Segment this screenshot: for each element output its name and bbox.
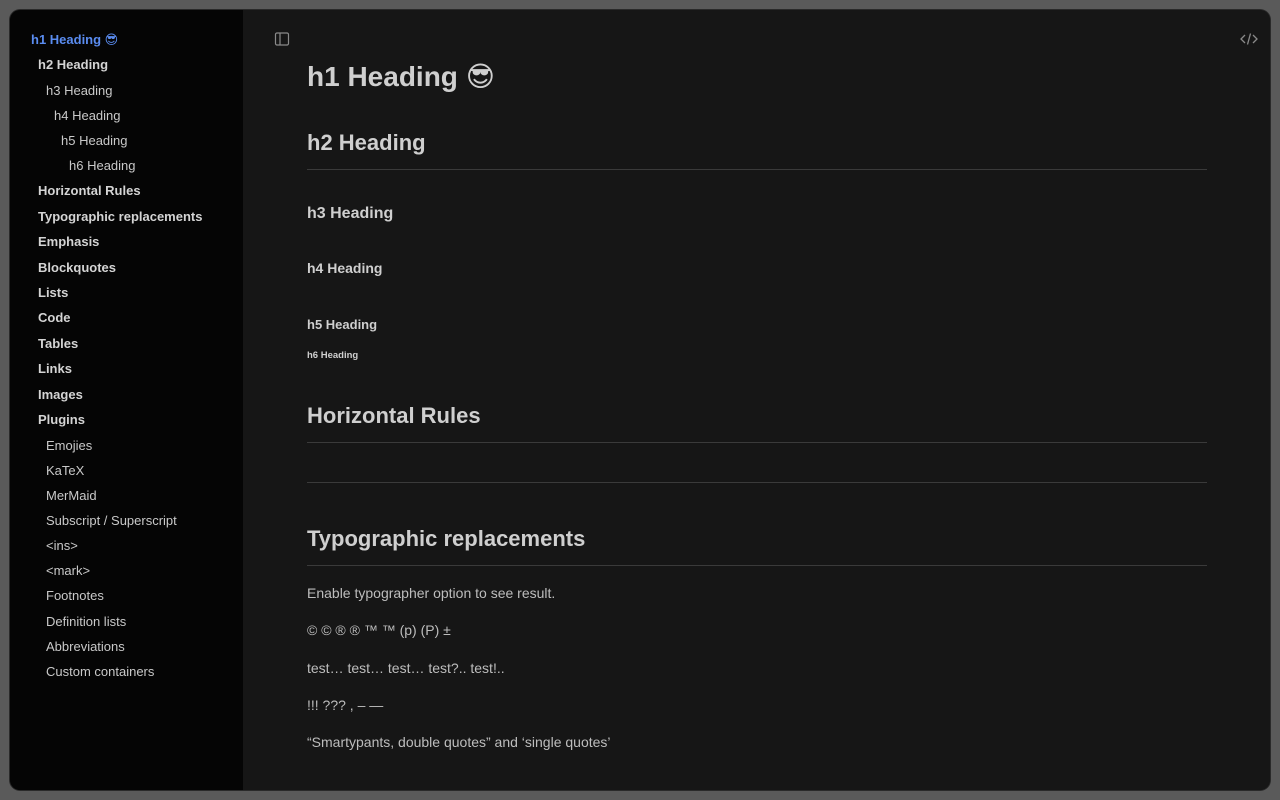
toc-item[interactable]: Images [38, 387, 83, 403]
toc-item[interactable]: Tables [38, 336, 78, 352]
toc-item[interactable]: h1 Heading 😎 [31, 32, 118, 48]
toc-item[interactable]: h3 Heading [46, 83, 113, 99]
h1-heading: h1 Heading 😎 [307, 61, 495, 92]
toc-item[interactable]: Horizontal Rules [38, 183, 141, 199]
h4-heading: h4 Heading [307, 260, 383, 276]
heading-underline [307, 169, 1207, 170]
paragraph: Enable typographer option to see result. [307, 585, 556, 601]
app-window: h1 Heading 😎 h2 Heading h3 Heading h4 Headi… [10, 10, 1270, 790]
toc-item[interactable]: Lists [38, 285, 68, 301]
horizontal-rule [307, 482, 1207, 483]
toc-item[interactable]: Abbreviations [46, 639, 125, 655]
toc-item[interactable]: h6 Heading [69, 158, 136, 174]
toc-item[interactable]: h2 Heading [38, 57, 108, 73]
toc-item[interactable]: Footnotes [46, 588, 104, 604]
toc-item[interactable]: Plugins [38, 412, 85, 428]
heading-underline [307, 565, 1207, 566]
toc-item[interactable]: Emphasis [38, 234, 99, 250]
toc-item[interactable]: <ins> [46, 538, 78, 554]
h5-heading: h5 Heading [307, 317, 378, 332]
document-view: h1 Heading 😎 h2 Heading h3 Heading h4 He… [243, 10, 1270, 790]
toc-item[interactable]: Subscript / Superscript [46, 513, 177, 529]
toc-item[interactable]: MerMaid [46, 488, 97, 504]
toc-item[interactable]: Blockquotes [38, 260, 116, 276]
h3-heading: h3 Heading [307, 205, 394, 222]
h6-heading: h6 Heading [307, 350, 359, 361]
toc-item[interactable]: Code [38, 310, 71, 326]
paragraph: © © ® ® ™ ™ (p) (P) ± [307, 622, 451, 638]
paragraph: “Smartypants, double quotes” and ‘single… [307, 734, 611, 750]
code-icon[interactable] [1240, 30, 1258, 48]
toc-item[interactable]: Emojies [46, 438, 92, 454]
toc-item[interactable]: Custom containers [46, 664, 154, 680]
toc-item[interactable]: h5 Heading [61, 133, 128, 149]
horizontal-rules-heading: Horizontal Rules [307, 403, 481, 428]
paragraph: !!! ??? , – — [307, 697, 384, 713]
toc-item[interactable]: h4 Heading [54, 108, 121, 124]
toc-item[interactable]: KaTeX [46, 463, 84, 479]
toc-item[interactable]: Links [38, 361, 72, 377]
heading-underline [307, 442, 1207, 443]
typographic-replacements-heading: Typographic replacements [307, 526, 586, 551]
toc-item[interactable]: Definition lists [46, 614, 126, 630]
toc-item[interactable]: Typographic replacements [38, 209, 202, 225]
h2-heading: h2 Heading [307, 130, 426, 155]
toc-item[interactable]: <mark> [46, 563, 90, 579]
sidebar-toggle-icon[interactable] [273, 30, 291, 48]
paragraph: test… test… test… test?.. test!.. [307, 660, 505, 676]
table-of-contents-sidebar: h1 Heading 😎 h2 Heading h3 Heading h4 Headi… [10, 10, 243, 790]
